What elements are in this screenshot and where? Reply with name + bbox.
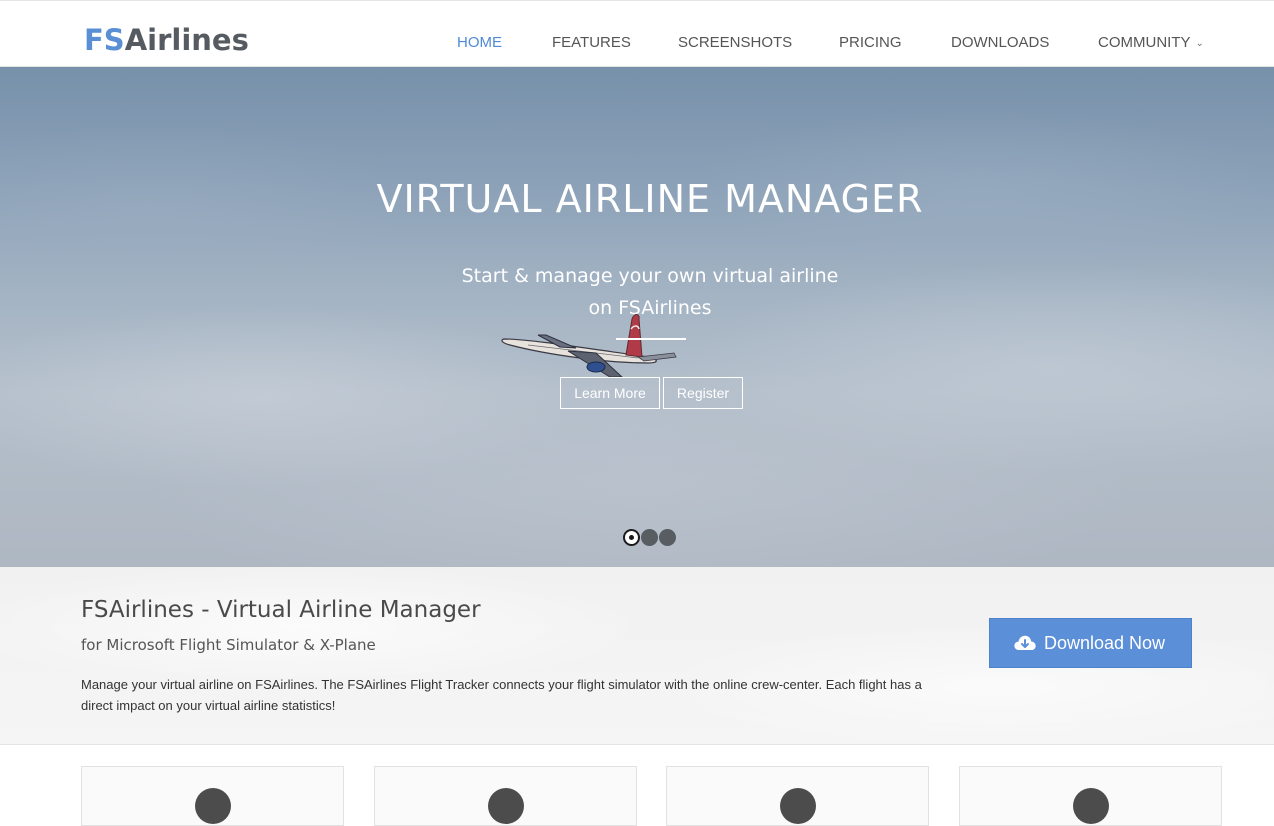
intro-subtitle: for Microsoft Flight Simulator & X-Plane xyxy=(81,636,376,654)
feature-icon-3 xyxy=(780,788,816,824)
slide-dot-2[interactable] xyxy=(641,529,658,546)
nav-pricing[interactable]: PRICING xyxy=(839,34,902,51)
nav-home[interactable]: HOME xyxy=(457,34,502,51)
nav-community[interactable]: COMMUNITY ⌄ xyxy=(1098,34,1204,53)
intro-title: FSAirlines - Virtual Airline Manager xyxy=(81,597,481,623)
hero-divider xyxy=(616,338,686,340)
top-navbar: FSAirlines HOME FEATURES SCREENSHOTS PRI… xyxy=(0,0,1274,67)
register-button[interactable]: Register xyxy=(663,377,743,409)
feature-icon-1 xyxy=(195,788,231,824)
slide-dot-1[interactable] xyxy=(623,529,640,546)
feature-icon-2 xyxy=(488,788,524,824)
cloud-download-icon xyxy=(1014,635,1036,650)
slider-pagination xyxy=(623,529,683,547)
hero-subtitle-line1: Start & manage your own virtual airline xyxy=(461,265,839,287)
hero-slider: VIRTUAL AIRLINE MANAGER Start & manage y… xyxy=(0,67,1274,567)
nav-features[interactable]: FEATURES xyxy=(552,34,631,51)
download-now-label: Download Now xyxy=(1044,633,1166,653)
intro-section: FSAirlines - Virtual Airline Manager for… xyxy=(0,567,1274,745)
learn-more-button[interactable]: Learn More xyxy=(560,377,660,409)
logo-airlines: Airlines xyxy=(124,23,249,57)
feature-card-1 xyxy=(81,766,344,826)
chevron-down-icon: ⌄ xyxy=(1195,38,1204,49)
nav-downloads[interactable]: DOWNLOADS xyxy=(951,34,1049,51)
download-now-button[interactable]: Download Now xyxy=(989,618,1192,668)
hero-title: VIRTUAL AIRLINE MANAGER xyxy=(376,177,924,221)
feature-card-2 xyxy=(374,766,637,826)
slide-dot-3[interactable] xyxy=(659,529,676,546)
feature-icon-4 xyxy=(1073,788,1109,824)
feature-card-3 xyxy=(666,766,929,826)
airplane-image xyxy=(501,314,677,378)
intro-description: Manage your virtual airline on FSAirline… xyxy=(81,677,922,713)
logo-fs: FS xyxy=(84,23,125,57)
nav-screenshots[interactable]: SCREENSHOTS xyxy=(678,34,792,51)
feature-card-4 xyxy=(959,766,1222,826)
site-logo[interactable]: FSAirlines xyxy=(84,22,249,58)
nav-community-label: COMMUNITY xyxy=(1098,34,1191,51)
